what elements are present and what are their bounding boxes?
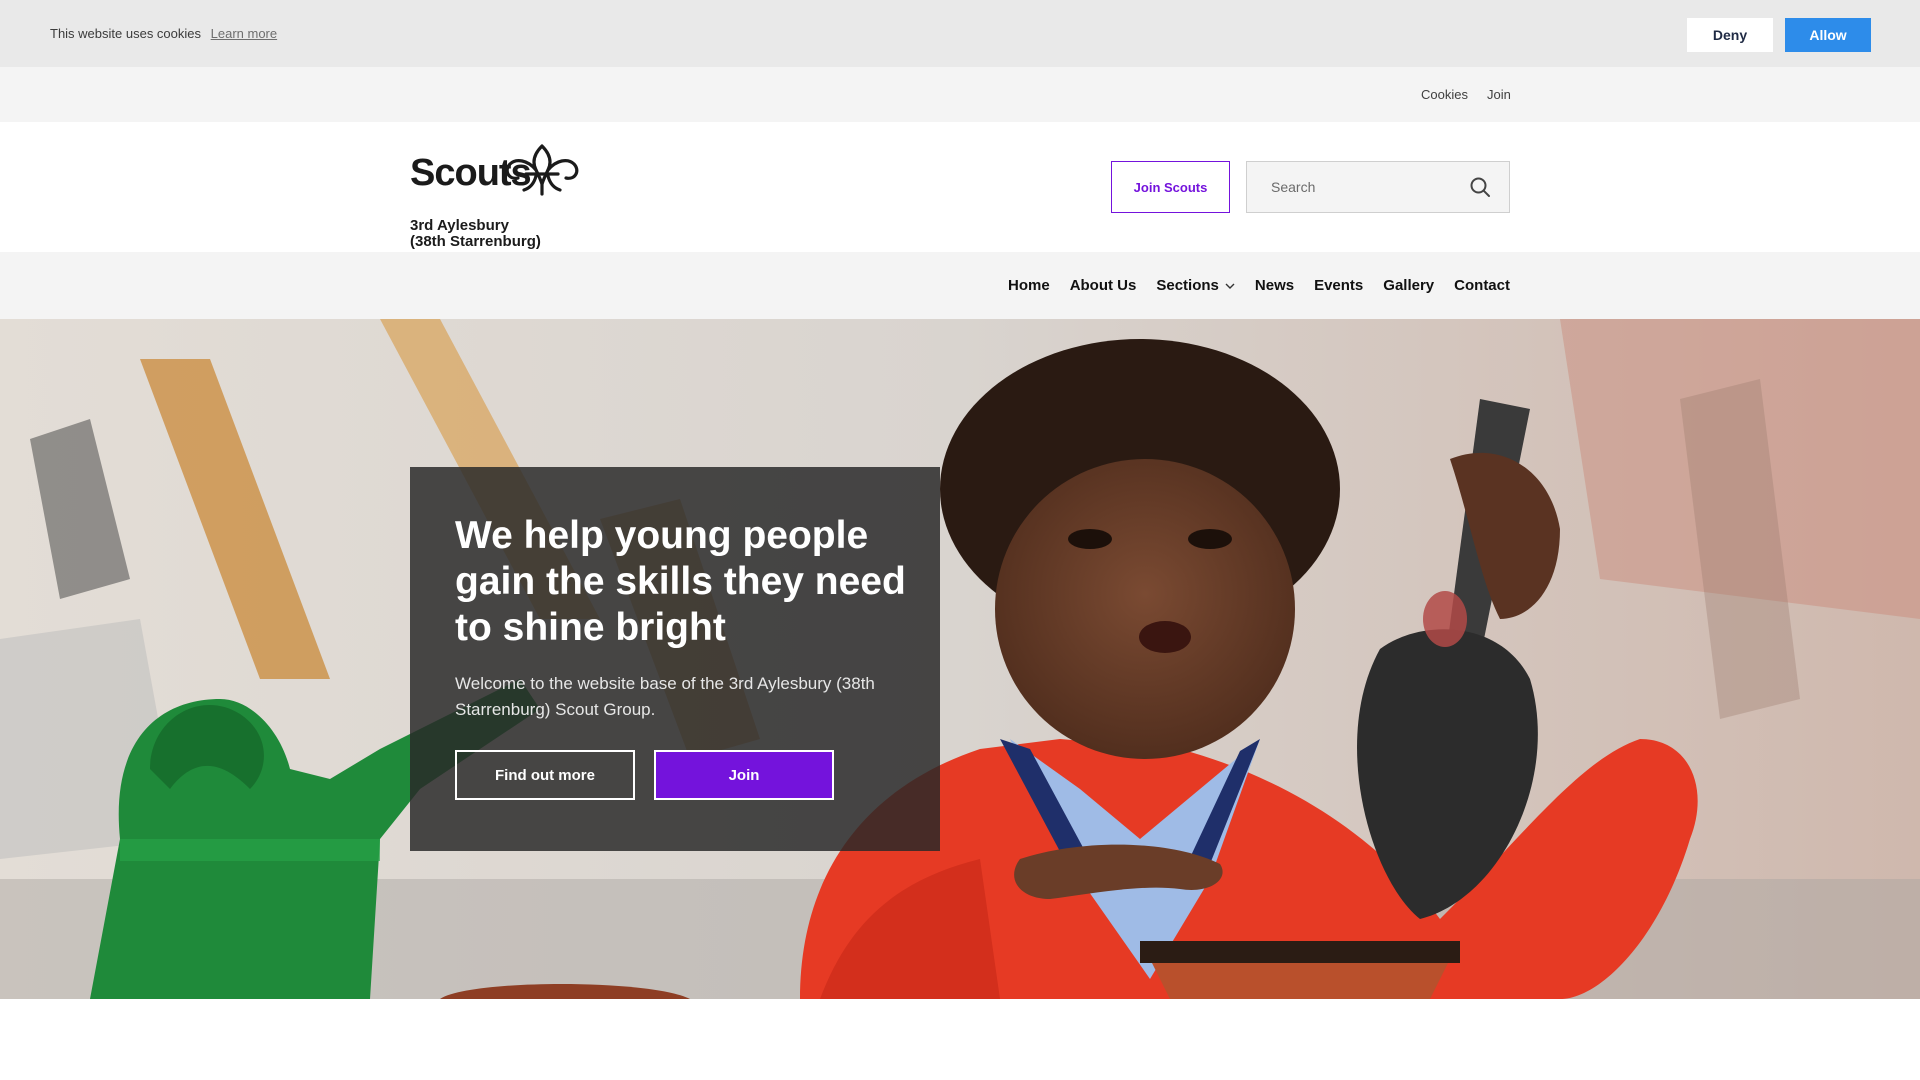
join-button[interactable]: Join <box>654 750 834 800</box>
search-box <box>1246 161 1510 213</box>
hero-title: We help young people gain the skills the… <box>455 514 906 649</box>
nav-item-gallery[interactable]: Gallery <box>1383 277 1434 294</box>
group-name-line1: 3rd Aylesbury <box>410 217 509 234</box>
allow-cookies-button[interactable]: Allow <box>1785 18 1871 52</box>
deny-cookies-button[interactable]: Deny <box>1687 18 1773 52</box>
find-out-more-button[interactable]: Find out more <box>455 750 635 800</box>
hero-banner: We help young people gain the skills the… <box>0 319 1920 999</box>
learn-more-link[interactable]: Learn more <box>211 26 277 41</box>
utility-bar: Cookies Join <box>0 67 1920 122</box>
hero-text: Welcome to the website base of the 3rd A… <box>455 674 875 719</box>
nav-item-sections-label: Sections <box>1156 277 1219 294</box>
main-nav: Home About Us Sections News Events Galle… <box>0 252 1920 319</box>
nav-item-contact[interactable]: Contact <box>1454 277 1510 294</box>
chevron-down-icon <box>1225 283 1235 289</box>
main-nav-list: Home About Us Sections News Events Galle… <box>1008 252 1510 319</box>
utility-link-cookies[interactable]: Cookies <box>1421 87 1468 102</box>
fleur-de-lis-icon <box>505 144 579 196</box>
nav-item-sections[interactable]: Sections <box>1156 277 1235 294</box>
site-header: Scouts 3rd Aylesbury (38th Starrenburg) … <box>0 122 1920 252</box>
cookie-banner: This website uses cookies Learn more Den… <box>0 0 1920 67</box>
join-scouts-button[interactable]: Join Scouts <box>1111 161 1230 213</box>
utility-link-join[interactable]: Join <box>1487 87 1511 102</box>
group-name: 3rd Aylesbury (38th Starrenburg) <box>410 218 610 250</box>
hero-image <box>0 319 1920 999</box>
site-logo[interactable]: Scouts 3rd Aylesbury (38th Starrenburg) <box>410 144 600 250</box>
search-input[interactable] <box>1247 162 1457 212</box>
nav-item-home[interactable]: Home <box>1008 277 1050 294</box>
nav-item-events[interactable]: Events <box>1314 277 1363 294</box>
search-icon[interactable] <box>1469 176 1491 198</box>
nav-item-about-us[interactable]: About Us <box>1070 277 1137 294</box>
nav-item-news[interactable]: News <box>1255 277 1294 294</box>
hero-card: We help young people gain the skills the… <box>410 467 940 851</box>
cookie-message-text: This website uses cookies <box>50 26 202 41</box>
group-name-line2: (38th Starrenburg) <box>410 233 541 250</box>
cookie-message: This website uses cookies Learn more <box>50 26 277 41</box>
